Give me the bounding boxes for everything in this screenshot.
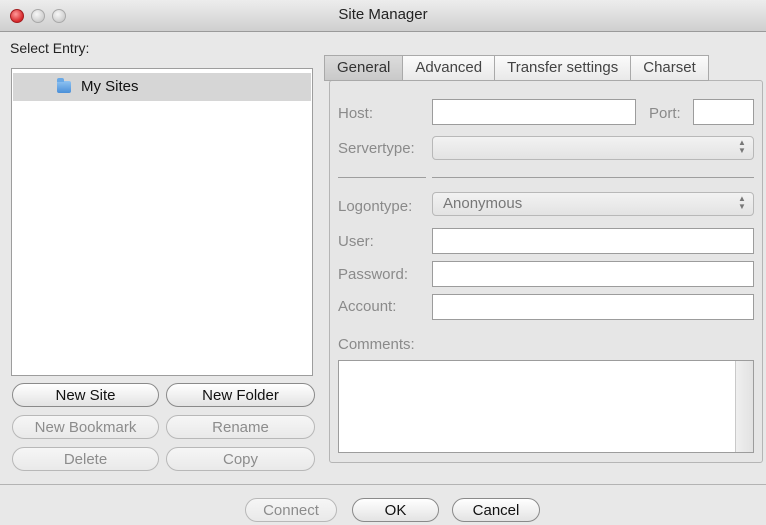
site-tree[interactable]: My Sites bbox=[11, 68, 313, 376]
separator bbox=[338, 177, 426, 178]
tab-general[interactable]: General bbox=[324, 55, 403, 81]
tree-item-label: My Sites bbox=[81, 78, 139, 95]
footer-separator bbox=[0, 484, 766, 485]
separator bbox=[432, 177, 754, 178]
folder-icon bbox=[57, 78, 71, 93]
port-label: Port: bbox=[649, 105, 681, 122]
settings-tabs: General Advanced Transfer settings Chars… bbox=[324, 55, 709, 81]
logontype-value: Anonymous bbox=[443, 195, 523, 212]
password-input[interactable] bbox=[432, 261, 754, 287]
comments-scrollbar[interactable] bbox=[735, 361, 753, 452]
copy-button[interactable]: Copy bbox=[166, 447, 315, 471]
stepper-arrows-icon: ▲ ▼ bbox=[738, 138, 746, 155]
host-label: Host: bbox=[338, 105, 374, 122]
tab-advanced[interactable]: Advanced bbox=[402, 55, 495, 81]
account-input[interactable] bbox=[432, 294, 754, 320]
port-input[interactable] bbox=[693, 99, 754, 125]
password-label: Password: bbox=[338, 266, 409, 283]
cancel-button[interactable]: Cancel bbox=[452, 498, 540, 522]
stepper-arrows-icon: ▲ ▼ bbox=[738, 194, 746, 211]
comments-label: Comments: bbox=[338, 336, 415, 353]
tab-transfer-settings[interactable]: Transfer settings bbox=[494, 55, 631, 81]
delete-button[interactable]: Delete bbox=[12, 447, 159, 471]
title-bar: Site Manager bbox=[0, 0, 766, 32]
tab-charset[interactable]: Charset bbox=[630, 55, 709, 81]
logontype-label: Logontype: bbox=[338, 198, 413, 215]
user-input[interactable] bbox=[432, 228, 754, 254]
ok-button[interactable]: OK bbox=[352, 498, 439, 522]
new-bookmark-button[interactable]: New Bookmark bbox=[12, 415, 159, 439]
host-input[interactable] bbox=[432, 99, 636, 125]
site-manager-window: Site Manager Select Entry: My Sites New … bbox=[0, 0, 766, 525]
tree-item-my-sites[interactable]: My Sites bbox=[13, 73, 311, 101]
new-site-button[interactable]: New Site bbox=[12, 383, 159, 407]
comments-textarea[interactable] bbox=[338, 360, 754, 453]
connect-button[interactable]: Connect bbox=[245, 498, 337, 522]
user-label: User: bbox=[338, 233, 374, 250]
servertype-label: Servertype: bbox=[338, 140, 415, 157]
account-label: Account: bbox=[338, 298, 397, 315]
window-title: Site Manager bbox=[338, 6, 428, 23]
select-entry-label: Select Entry: bbox=[10, 40, 90, 56]
new-folder-button[interactable]: New Folder bbox=[166, 383, 315, 407]
logontype-select[interactable]: Anonymous ▲ ▼ bbox=[432, 192, 754, 216]
servertype-select[interactable]: ▲ ▼ bbox=[432, 136, 754, 160]
rename-button[interactable]: Rename bbox=[166, 415, 315, 439]
